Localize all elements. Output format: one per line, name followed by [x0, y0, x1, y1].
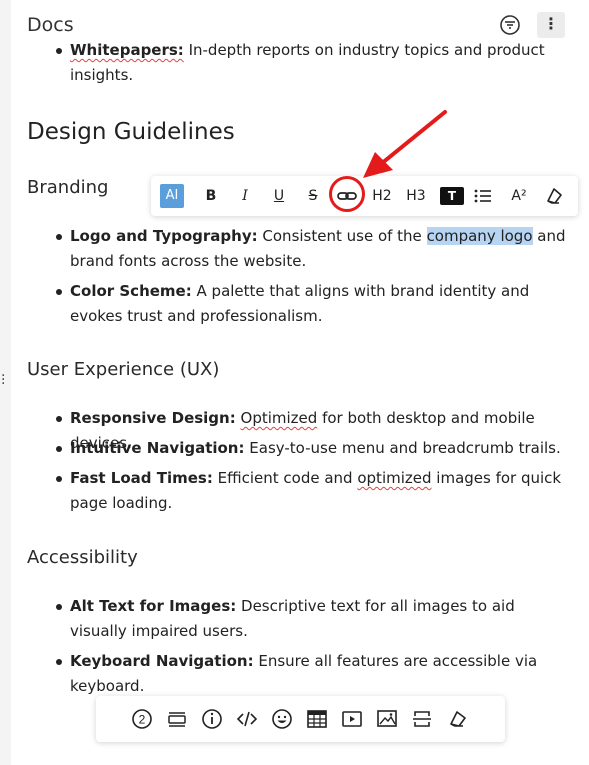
emoji-icon[interactable]: [270, 707, 294, 731]
bold-button[interactable]: B: [199, 184, 223, 208]
heading-branding: Branding: [27, 177, 109, 198]
image-icon[interactable]: [375, 707, 399, 731]
pointer-arrow-annotation: [363, 110, 447, 178]
italic-button[interactable]: I: [233, 184, 257, 208]
code-icon[interactable]: [235, 707, 259, 731]
list-item: Intuitive Navigation: Easy-to-use menu a…: [56, 436, 575, 461]
underline-button[interactable]: U: [267, 184, 291, 208]
page-title: Docs: [27, 14, 74, 36]
heading-ux: User Experience (UX): [27, 359, 220, 380]
list-item: Logo and Typography: Consistent use of t…: [56, 224, 575, 274]
filter-icon[interactable]: [499, 14, 521, 36]
layout-icon[interactable]: [165, 707, 189, 731]
eraser-icon[interactable]: [445, 707, 469, 731]
heading-accessibility: Accessibility: [27, 547, 138, 568]
video-icon[interactable]: [340, 707, 364, 731]
svg-text:2: 2: [139, 713, 146, 727]
ai-button[interactable]: AI: [160, 184, 184, 208]
strikethrough-button[interactable]: S: [301, 184, 325, 208]
header: Docs ⋮: [27, 10, 569, 40]
heading-design-guidelines: Design Guidelines: [27, 119, 235, 145]
bullet-list-icon[interactable]: [471, 184, 495, 208]
list-item: Color Scheme: A palette that aligns with…: [56, 279, 575, 329]
info-icon[interactable]: [200, 707, 224, 731]
page-break-icon[interactable]: [410, 707, 434, 731]
table-icon[interactable]: [305, 707, 329, 731]
superscript-button[interactable]: A²: [507, 184, 531, 208]
numbered-circle-icon[interactable]: 2: [130, 707, 154, 731]
list-item: Whitepapers: In-depth reports on industr…: [56, 38, 575, 88]
eraser-icon[interactable]: [541, 184, 565, 208]
list-item: Alt Text for Images: Descriptive text fo…: [56, 594, 575, 644]
list-item: Fast Load Times: Efficient code and opti…: [56, 466, 575, 516]
text-style-button[interactable]: T: [440, 187, 464, 205]
list-item: Keyboard Navigation: Ensure all features…: [56, 649, 575, 699]
more-options-icon[interactable]: ⋮: [537, 12, 565, 38]
drag-handle-icon[interactable]: · · ·: [1, 369, 5, 391]
insert-toolbar: 2: [96, 696, 505, 742]
selected-text[interactable]: company logo: [426, 227, 533, 245]
